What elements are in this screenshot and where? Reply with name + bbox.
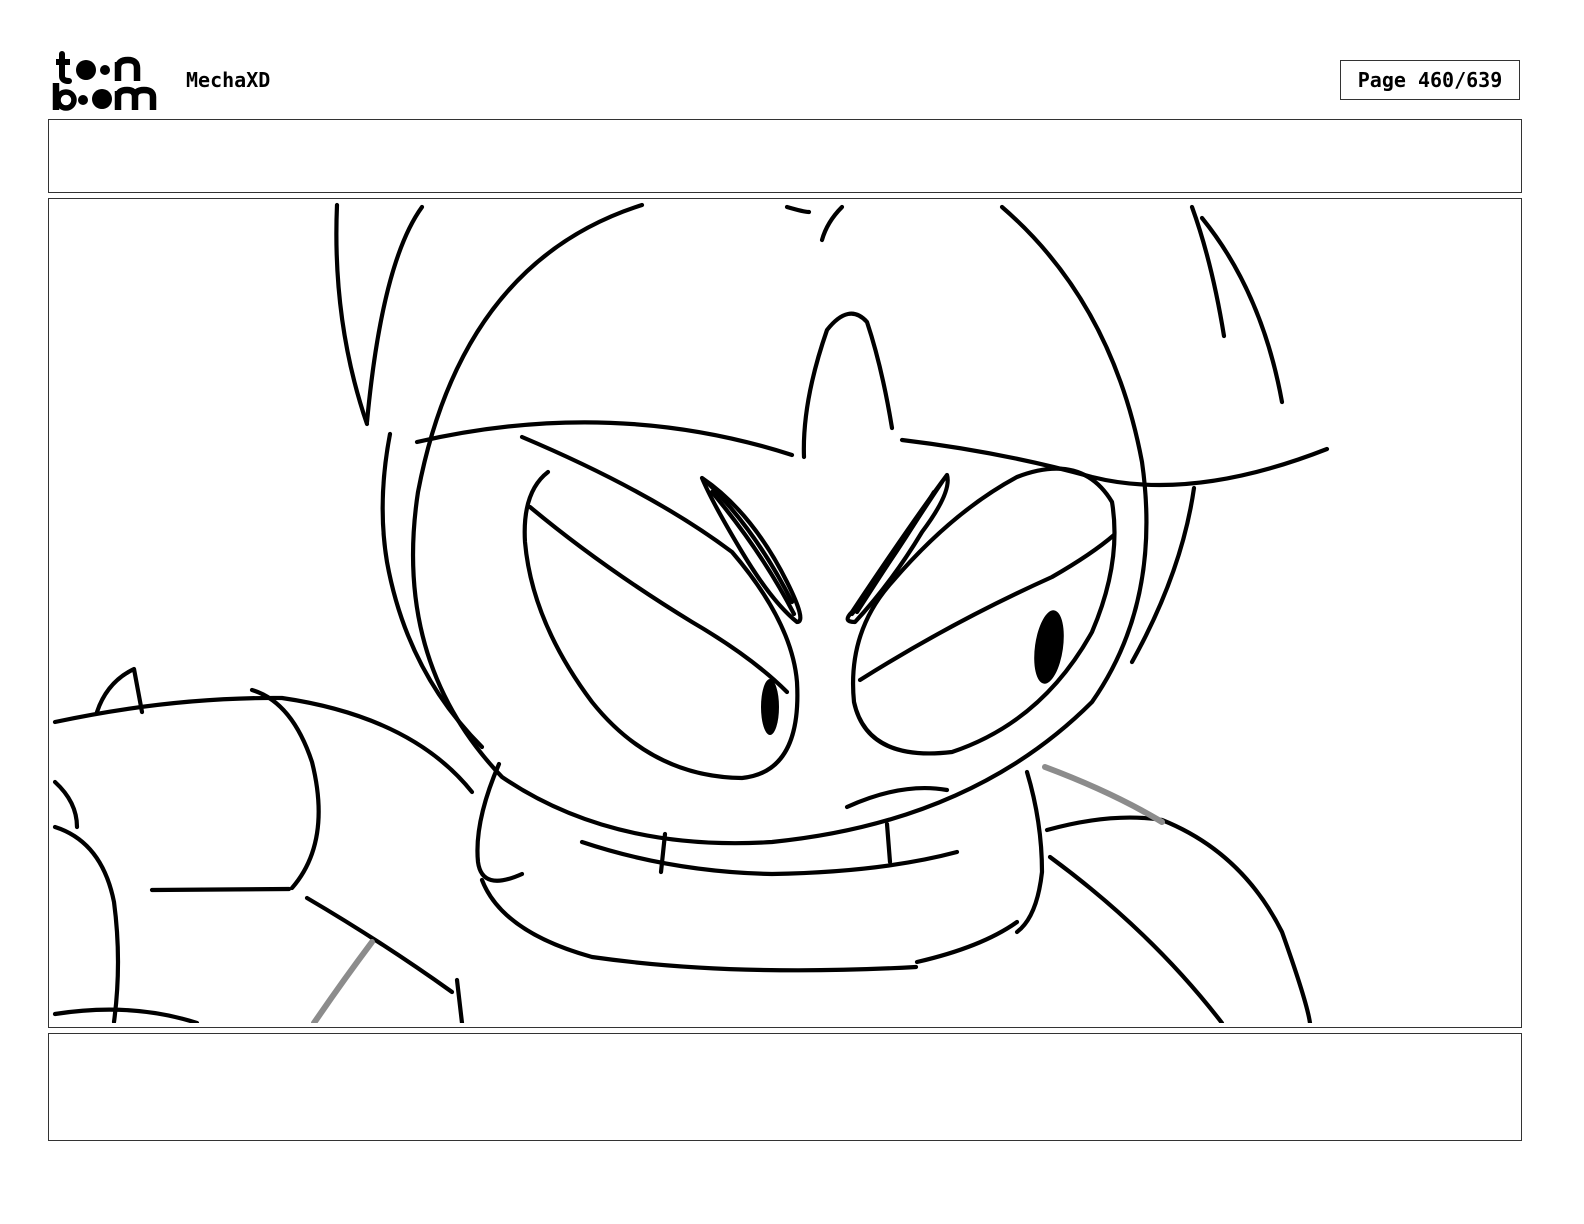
project-title: MechaXD [186,68,271,92]
page-counter: Page 460/639 [1340,60,1520,100]
panel-drawing [52,202,1330,1023]
panel-notes-top[interactable] [48,119,1522,193]
panel-notes-bottom[interactable] [48,1033,1522,1141]
toon-boom-logo [52,51,157,111]
storyboard-panel [48,198,1522,1028]
